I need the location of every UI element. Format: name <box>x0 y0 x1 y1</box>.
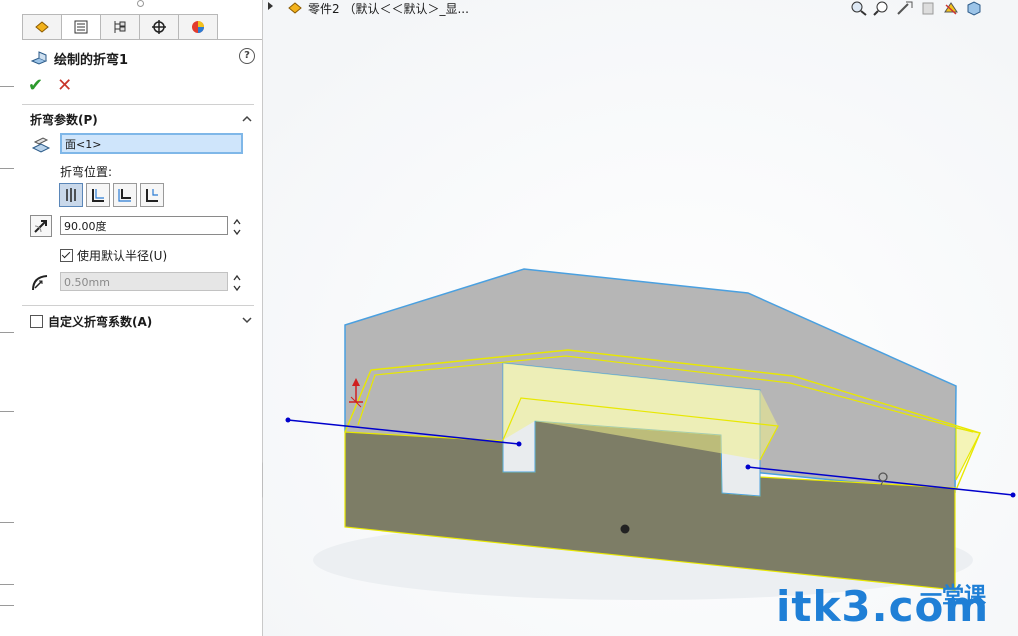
graphics-viewport[interactable] <box>263 0 1018 636</box>
zoom-to-area-icon[interactable] <box>873 0 891 16</box>
breadcrumb-expand-icon[interactable] <box>268 2 273 10</box>
feature-manager-icon <box>35 21 49 33</box>
spinner-arrows-icon <box>233 274 241 292</box>
panel-grip-icon[interactable] <box>137 0 144 7</box>
watermark-sub: 一堂课 <box>920 584 987 609</box>
ruler-tick <box>0 86 14 87</box>
custom-bend-allowance-row[interactable]: 自定义折弯系数(A) <box>30 313 152 330</box>
display-manager-icon <box>192 21 204 33</box>
breadcrumb[interactable]: 零件2 （默认＜＜默认＞_显... <box>286 0 469 16</box>
configuration-manager-icon <box>114 21 126 33</box>
part-icon <box>288 2 302 14</box>
ruler-tick <box>0 605 14 606</box>
bend-centerline-icon <box>66 188 76 202</box>
custom-bend-allowance-label: 自定义折弯系数(A) <box>48 315 153 329</box>
bend-line-endpoint[interactable] <box>1010 492 1016 498</box>
material-outside-icon <box>118 189 131 202</box>
breadcrumb-text: 零件2 （默认＜＜默认＞_显... <box>308 1 469 16</box>
bend-position-buttons <box>59 183 164 207</box>
property-manager-panel: 绘制的折弯1 ? ✔ ✕ 折弯参数(P) 面<1> 折弯位置: 90.00度 使… <box>0 0 262 636</box>
custom-bend-allowance-checkbox[interactable] <box>30 315 43 328</box>
bend-line-endpoint[interactable] <box>285 417 291 423</box>
spinner-arrows-icon <box>233 218 241 236</box>
angle-spinner[interactable] <box>232 217 242 240</box>
bend-parameters-header[interactable]: 折弯参数(P) <box>30 111 98 128</box>
heads-up-view-toolbar <box>850 0 983 16</box>
bend-line-endpoint[interactable] <box>745 464 751 470</box>
feature-title: 绘制的折弯1 <box>54 52 129 68</box>
section-view-icon[interactable] <box>919 0 937 16</box>
material-outside-button[interactable] <box>113 183 137 207</box>
display-style-icon[interactable] <box>965 0 983 16</box>
property-manager-icon <box>74 20 88 34</box>
angle-icon <box>30 215 52 237</box>
bend-radius-input: 0.50mm <box>60 272 228 291</box>
use-default-radius-label: 使用默认半径(U) <box>77 249 168 263</box>
view-orientation-icon[interactable] <box>942 0 960 16</box>
bend-position-label: 折弯位置: <box>60 165 113 179</box>
center-of-mass-icon <box>620 524 630 534</box>
tab-property-manager[interactable] <box>61 14 100 40</box>
chevron-up-icon[interactable] <box>242 114 252 124</box>
use-default-radius-row[interactable]: 使用默认半径(U) <box>60 247 167 264</box>
fixed-face-selection[interactable]: 面<1> <box>60 133 243 154</box>
bend-angle-input[interactable]: 90.00度 <box>60 216 228 235</box>
bend-centerline-button[interactable] <box>59 183 83 207</box>
material-inside-icon <box>92 189 104 202</box>
ruler-tick <box>0 584 14 585</box>
manager-tabs <box>22 14 222 40</box>
divider <box>22 104 254 105</box>
radius-spinner <box>232 273 242 296</box>
help-button[interactable]: ? <box>239 48 255 64</box>
feature-title-row: 绘制的折弯1 ? <box>30 47 255 69</box>
bend-radius-icon <box>30 271 52 293</box>
bend-outside-icon <box>146 189 158 202</box>
ruler-tick <box>0 168 14 169</box>
divider <box>22 305 254 306</box>
tab-strip-divider <box>22 39 262 40</box>
fixed-face-icon <box>30 134 52 156</box>
ruler-tick <box>0 522 14 523</box>
ok-cancel-row: ✔ ✕ <box>28 75 72 96</box>
crosshair-icon <box>152 20 166 34</box>
tab-feature-manager[interactable] <box>22 14 61 40</box>
material-inside-button[interactable] <box>86 183 110 207</box>
ruler-tick <box>0 332 14 333</box>
sketched-bend-icon <box>30 51 48 65</box>
chevron-down-icon[interactable] <box>242 315 252 325</box>
use-default-radius-checkbox[interactable] <box>60 249 73 262</box>
tab-configuration-manager[interactable] <box>100 14 139 40</box>
previous-view-icon[interactable] <box>896 0 914 16</box>
bend-outside-button[interactable] <box>140 183 164 207</box>
zoom-to-fit-icon[interactable] <box>850 0 868 16</box>
tab-dimxpert-manager[interactable] <box>139 14 178 40</box>
tab-display-manager[interactable] <box>178 14 218 40</box>
bend-line-endpoint[interactable] <box>516 441 522 447</box>
cancel-button[interactable]: ✕ <box>57 75 72 96</box>
ruler-tick <box>0 411 14 412</box>
ok-button[interactable]: ✔ <box>28 75 43 96</box>
